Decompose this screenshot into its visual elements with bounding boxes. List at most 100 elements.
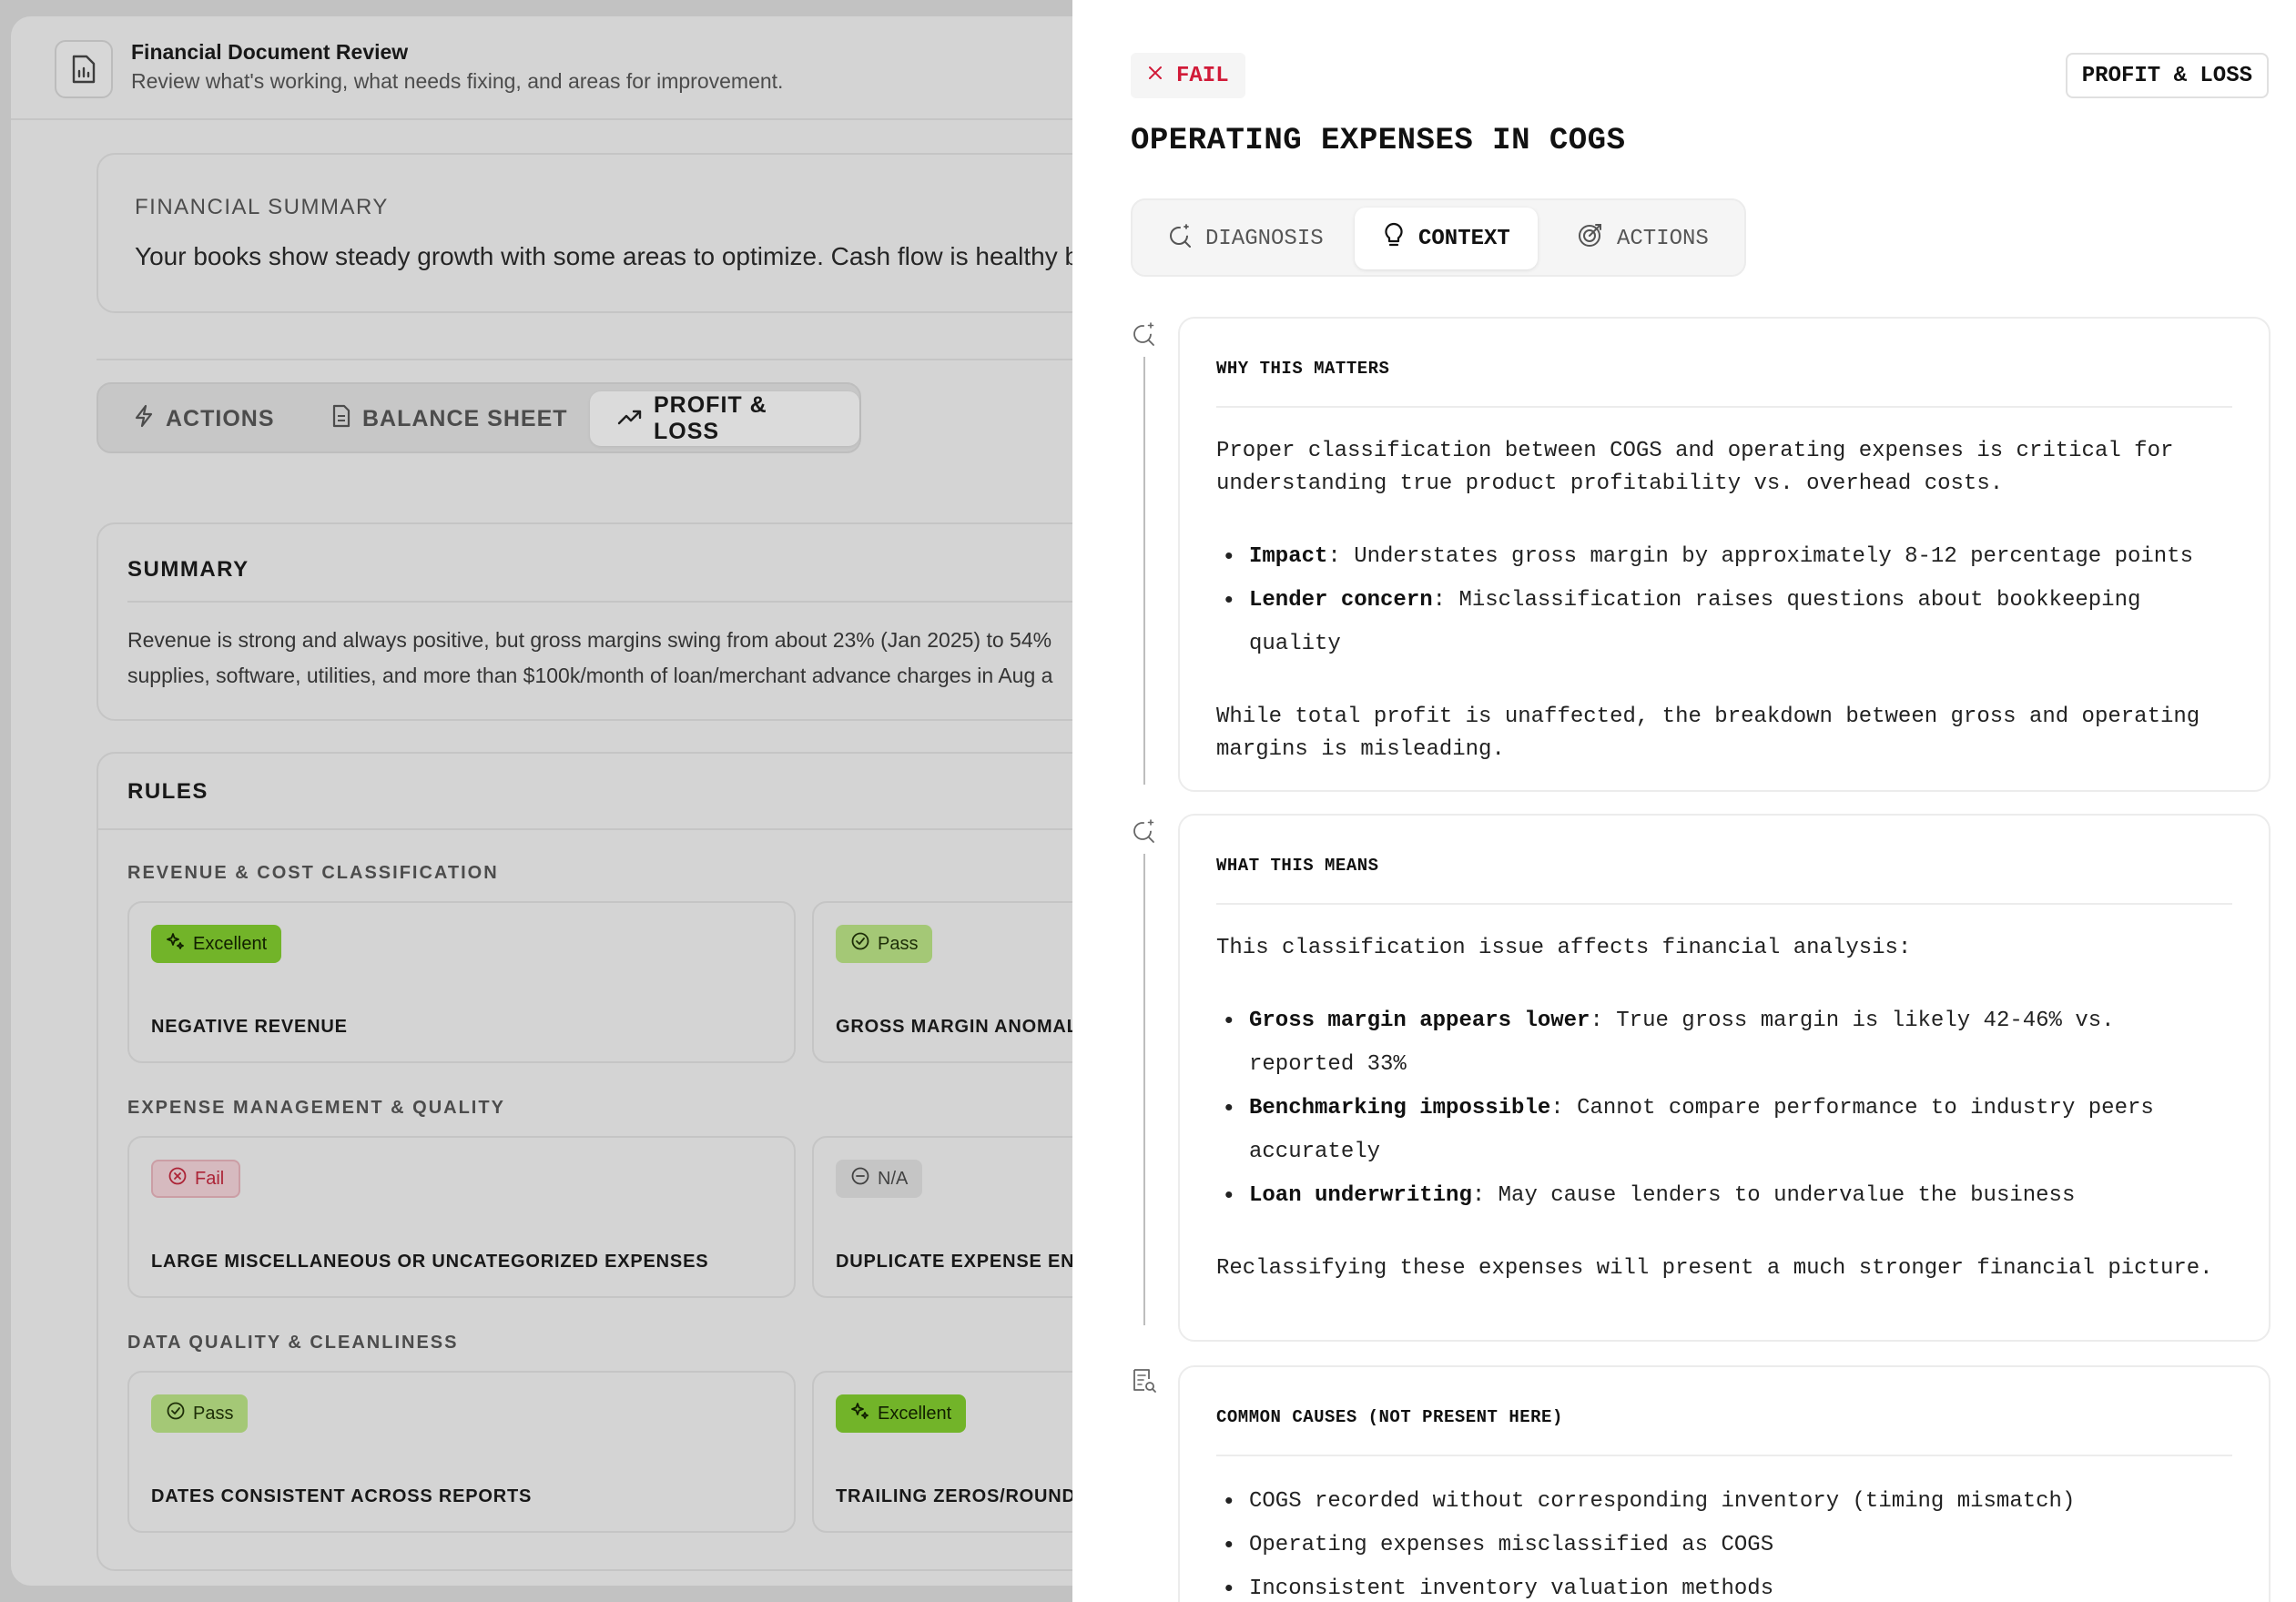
minus-circle-icon (850, 1166, 870, 1191)
list-item: COGS recorded without corresponding inve… (1216, 1480, 2232, 1524)
bullet-term: Impact (1249, 544, 1328, 569)
document-icon (331, 404, 351, 434)
drawer-title: OPERATING EXPENSES IN COGS (1131, 124, 1626, 158)
panel-outro: Reclassifying these expenses will presen… (1216, 1256, 2213, 1281)
divider (98, 828, 1122, 830)
rule-card[interactable]: Excellent NEGATIVE REVENUE (127, 901, 796, 1063)
panel-heading: WHY THIS MATTERS (1216, 359, 1390, 379)
list-item: Inconsistent inventory valuation methods (1216, 1567, 2232, 1602)
list-item: Loan underwriting: May cause lenders to … (1216, 1174, 2232, 1218)
close-icon (1147, 64, 1163, 88)
status-badge-label: FAIL (1176, 63, 1229, 88)
financial-summary-label: FINANCIAL SUMMARY (135, 195, 389, 219)
bullet-list: COGS recorded without corresponding inve… (1216, 1480, 2232, 1602)
status-badge: Pass (151, 1394, 249, 1433)
sparkle-icon (850, 1401, 870, 1426)
status-badge-label: Excellent (193, 933, 268, 954)
context-panel-why: WHY THIS MATTERS Proper classification b… (1178, 317, 2271, 792)
diagnosis-icon (1131, 320, 1158, 348)
rule-card[interactable]: Fail LARGE MISCELLANEOUS OR UNCATEGORIZE… (127, 1136, 796, 1298)
divider (1216, 1455, 2232, 1456)
trend-up-icon (617, 406, 643, 432)
tab-context[interactable]: CONTEXT (1355, 208, 1538, 269)
context-panel-meaning: WHAT THIS MEANS This classification issu… (1178, 814, 2271, 1342)
tab-actions-label: ACTIONS (166, 405, 275, 431)
document-search-icon (1131, 1367, 1158, 1394)
summary-line: supplies, software, utilities, and more … (127, 664, 1053, 687)
rule-name: NEGATIVE REVENUE (151, 1017, 348, 1037)
status-badge: Excellent (836, 1394, 967, 1433)
bolt-icon (133, 404, 155, 434)
rule-name: DUPLICATE EXPENSE ENT (836, 1252, 1087, 1272)
rule-name: TRAILING ZEROS/ROUND (836, 1486, 1076, 1506)
financial-summary-text: Your books show steady growth with some … (135, 242, 1093, 270)
status-badge-label: Fail (195, 1168, 225, 1189)
summary-heading: SUMMARY (127, 557, 249, 582)
drawer-tabs: DIAGNOSIS CONTEXT ACTIONS (1131, 198, 1746, 277)
divider (127, 601, 1122, 603)
status-badge: Pass (836, 925, 933, 963)
panel-body: This classification issue affects financ… (1216, 932, 2232, 1285)
status-badge: N/A (836, 1160, 923, 1198)
page-header: Financial Document Review Review what's … (11, 16, 1122, 120)
sparkle-icon (166, 931, 186, 957)
panel-body: Proper classification between COGS and o… (1216, 435, 2232, 766)
rules-section-label: DATA QUALITY & CLEANLINESS (127, 1333, 459, 1353)
rules-section-label: REVENUE & COST CLASSIFICATION (127, 863, 499, 883)
bullet-term: Loan underwriting (1249, 1183, 1472, 1208)
context-panel-causes: COMMON CAUSES (NOT PRESENT HERE) COGS re… (1178, 1365, 2271, 1602)
tab-diagnosis-label: DIAGNOSIS (1205, 226, 1324, 251)
summary-text: Revenue is strong and always positive, b… (127, 623, 1122, 694)
tab-actions[interactable]: ACTIONS (106, 391, 302, 446)
status-badge-label: Excellent (878, 1403, 952, 1424)
list-item: Gross margin appears lower: True gross m… (1216, 999, 2232, 1087)
tab-balance-sheet[interactable]: BALANCE SHEET (304, 391, 595, 446)
diagnosis-icon (1131, 817, 1158, 845)
target-icon (1577, 221, 1604, 256)
tab-profit-loss-label: PROFIT & LOSS (654, 392, 767, 444)
summary-card: SUMMARY Revenue is strong and always pos… (97, 522, 1122, 721)
rule-card[interactable]: Pass DATES CONSISTENT ACROSS REPORTS (127, 1371, 796, 1533)
page-title: Financial Document Review (131, 40, 409, 64)
divider (1216, 406, 2232, 408)
status-badge: Excellent (151, 925, 282, 963)
panel-heading: WHAT THIS MEANS (1216, 856, 1379, 876)
list-item: Operating expenses misclassified as COGS (1216, 1524, 2232, 1567)
tab-profit-loss[interactable]: PROFIT & LOSS (590, 391, 859, 446)
page-subtitle: Review what's working, what needs fixing… (131, 69, 784, 93)
tab-diagnosis[interactable]: DIAGNOSIS (1140, 208, 1351, 269)
bullet-term: Lender concern (1249, 588, 1433, 613)
rule-name: DATES CONSISTENT ACROSS REPORTS (151, 1486, 533, 1506)
rules-section-label: EXPENSE MANAGEMENT & QUALITY (127, 1098, 505, 1118)
check-circle-icon (850, 931, 870, 957)
status-badge: Fail (151, 1160, 241, 1198)
divider (97, 359, 1122, 360)
tab-actions[interactable]: ACTIONS (1549, 208, 1736, 269)
status-badge-label: N/A (878, 1168, 909, 1189)
bullet-text: : May cause lenders to undervalue the bu… (1471, 1183, 2076, 1208)
tab-actions-label: ACTIONS (1617, 226, 1709, 251)
timeline-connector (1143, 357, 1145, 785)
bullet-term: Benchmarking impossible (1249, 1096, 1551, 1120)
list-item: Benchmarking impossible: Cannot compare … (1216, 1087, 2232, 1174)
x-circle-icon (168, 1166, 188, 1191)
bullet-list: Gross margin appears lower: True gross m… (1216, 999, 2232, 1218)
tab-context-label: CONTEXT (1418, 226, 1510, 251)
list-item: Lender concern: Misclassification raises… (1216, 579, 2232, 666)
rule-name: LARGE MISCELLANEOUS OR UNCATEGORIZED EXP… (151, 1252, 709, 1272)
rules-heading: RULES (127, 779, 208, 804)
panel-body: COGS recorded without corresponding inve… (1216, 1480, 2232, 1602)
divider (1216, 903, 2232, 905)
list-item: Impact: Understates gross margin by appr… (1216, 535, 2232, 579)
bullet-text: : Understates gross margin by approximat… (1327, 544, 2193, 569)
bullet-list: Impact: Understates gross margin by appr… (1216, 535, 2232, 666)
status-badge-label: Pass (878, 933, 919, 954)
tab-balance-sheet-label: BALANCE SHEET (362, 405, 568, 431)
rules-card: RULES REVENUE & COST CLASSIFICATION Exce… (97, 752, 1122, 1571)
timeline-connector (1143, 854, 1145, 1325)
status-badge: FAIL (1131, 53, 1245, 98)
document-chart-icon (55, 40, 113, 98)
rule-name: GROSS MARGIN ANOMAL (836, 1017, 1079, 1037)
panel-outro: While total profit is unaffected, the br… (1216, 705, 2200, 762)
rule-detail-drawer: FAIL PROFIT & LOSS OPERATING EXPENSES IN… (1072, 0, 2296, 1602)
